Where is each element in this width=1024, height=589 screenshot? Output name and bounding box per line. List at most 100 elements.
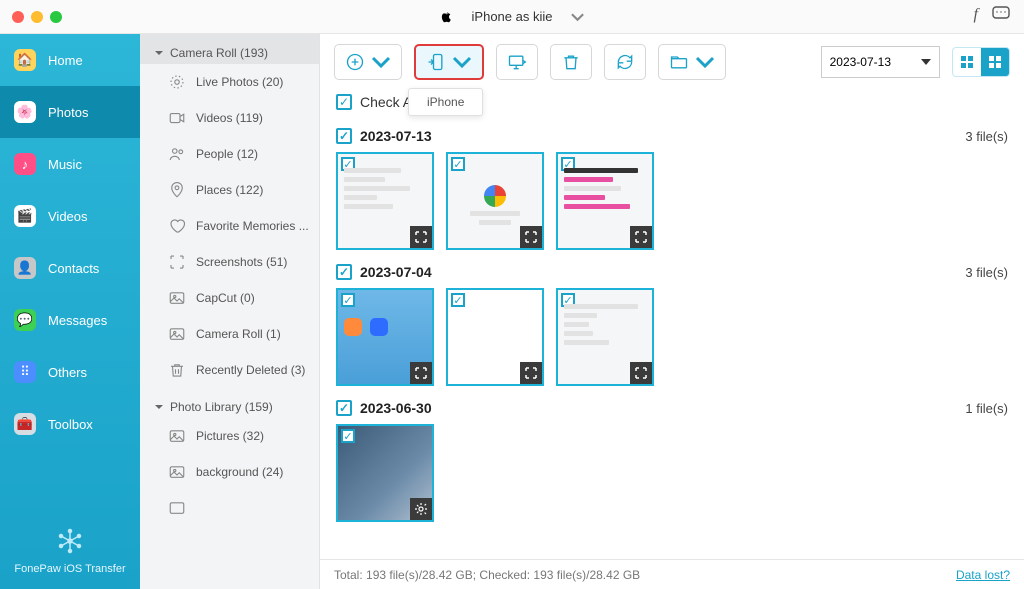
- caret-down-icon: [921, 59, 931, 65]
- category-item-places[interactable]: Places (122): [140, 172, 319, 208]
- settings-icon[interactable]: [410, 498, 432, 520]
- share-icon[interactable]: f: [974, 6, 978, 27]
- expand-icon[interactable]: [520, 226, 542, 248]
- category-item-people[interactable]: People (12): [140, 136, 319, 172]
- image-icon: [168, 325, 186, 343]
- contacts-icon: 👤: [14, 257, 36, 279]
- view-list-button[interactable]: [953, 48, 981, 76]
- image-icon: [168, 427, 186, 445]
- category-item-camera-roll[interactable]: Camera Roll (1): [140, 316, 319, 352]
- device-selector[interactable]: iPhone as kiie: [440, 9, 585, 25]
- category-item-label: Pictures (32): [196, 429, 264, 443]
- photo-thumbnail[interactable]: ✓: [446, 152, 544, 250]
- expand-icon[interactable]: [410, 362, 432, 384]
- export-to-device-button[interactable]: iPhone: [414, 44, 484, 80]
- category-item-label: Live Photos (20): [196, 75, 283, 89]
- group-checkbox[interactable]: ✓: [336, 400, 352, 416]
- sidebar-item-label: Others: [48, 365, 87, 380]
- category-item-label: background (24): [196, 465, 283, 479]
- add-button[interactable]: [334, 44, 402, 80]
- sidebar-item-videos[interactable]: 🎬 Videos: [0, 190, 140, 242]
- category-item-capcut[interactable]: CapCut (0): [140, 280, 319, 316]
- expand-icon[interactable]: [630, 226, 652, 248]
- messages-icon: 💬: [14, 309, 36, 331]
- toolbox-icon: 🧰: [14, 413, 36, 435]
- sidebar-item-label: Home: [48, 53, 83, 68]
- sidebar-item-messages[interactable]: 💬 Messages: [0, 294, 140, 346]
- group-checkbox[interactable]: ✓: [336, 264, 352, 280]
- sidebar-item-others[interactable]: ⠿ Others: [0, 346, 140, 398]
- category-item-label: Camera Roll (1): [196, 327, 281, 341]
- to-pc-icon: [507, 52, 527, 72]
- category-group-camera-roll[interactable]: Camera Roll (193): [140, 34, 319, 64]
- brand-footer: FonePaw iOS Transfer: [0, 513, 140, 589]
- category-item-pictures[interactable]: Pictures (32): [140, 418, 319, 454]
- sidebar-item-label: Videos: [48, 209, 88, 224]
- brand-logo-icon: [56, 527, 84, 555]
- tooltip: iPhone: [408, 88, 483, 116]
- category-group-photo-library[interactable]: Photo Library (159): [140, 388, 319, 418]
- image-icon: [168, 289, 186, 307]
- category-group-label: Photo Library (159): [170, 400, 273, 414]
- photos-icon: 🌸: [14, 101, 36, 123]
- category-panel: Camera Roll (193) Live Photos (20) Video…: [140, 34, 320, 589]
- expand-icon[interactable]: [630, 362, 652, 384]
- category-item-label: Screenshots (51): [196, 255, 287, 269]
- album-button[interactable]: [658, 44, 726, 80]
- group-date: 2023-07-04: [360, 264, 432, 280]
- date-value: 2023-07-13: [830, 55, 891, 69]
- thumb-checkbox[interactable]: ✓: [451, 293, 465, 307]
- delete-button[interactable]: [550, 44, 592, 80]
- date-picker[interactable]: 2023-07-13: [821, 46, 940, 78]
- sidebar-item-home[interactable]: 🏠 Home: [0, 34, 140, 86]
- group-count: 3 file(s): [965, 129, 1008, 144]
- view-grid-button[interactable]: [981, 48, 1009, 76]
- image-icon: [168, 463, 186, 481]
- music-icon: ♪: [14, 153, 36, 175]
- category-item-background[interactable]: background (24): [140, 454, 319, 490]
- date-group-header[interactable]: ✓ 2023-06-30 1 file(s): [336, 400, 1008, 416]
- close-window-button[interactable]: [12, 11, 24, 23]
- chevron-down-icon: [371, 52, 391, 72]
- category-item-favorite-memories[interactable]: Favorite Memories ...: [140, 208, 319, 244]
- check-all-checkbox[interactable]: ✓: [336, 94, 352, 110]
- photo-thumbnail[interactable]: ✓: [446, 288, 544, 386]
- date-group-header[interactable]: ✓ 2023-07-04 3 file(s): [336, 264, 1008, 280]
- date-group-header[interactable]: ✓ 2023-07-13 3 file(s): [336, 128, 1008, 144]
- photo-thumbnail[interactable]: ✓: [336, 152, 434, 250]
- chevron-down-icon: [452, 52, 472, 72]
- titlebar: iPhone as kiie f: [0, 0, 1024, 34]
- trash-icon: [561, 52, 581, 72]
- grid-small-icon: [960, 55, 974, 69]
- refresh-button[interactable]: [604, 44, 646, 80]
- photo-thumbnail[interactable]: ✓: [336, 424, 434, 522]
- sidebar-item-photos[interactable]: 🌸 Photos: [0, 86, 140, 138]
- plus-circle-icon: [345, 52, 365, 72]
- category-item-more[interactable]: [140, 490, 319, 526]
- photo-thumbnail[interactable]: ✓: [336, 288, 434, 386]
- thumb-checkbox[interactable]: ✓: [341, 429, 355, 443]
- category-item-label: Videos (119): [196, 111, 263, 125]
- photo-thumbnail[interactable]: ✓: [556, 152, 654, 250]
- category-item-live-photos[interactable]: Live Photos (20): [140, 64, 319, 100]
- category-item-label: People (12): [196, 147, 258, 161]
- sidebar-item-toolbox[interactable]: 🧰 Toolbox: [0, 398, 140, 450]
- group-checkbox[interactable]: ✓: [336, 128, 352, 144]
- category-item-recently-deleted[interactable]: Recently Deleted (3): [140, 352, 319, 388]
- data-lost-link[interactable]: Data lost?: [956, 568, 1010, 582]
- feedback-icon[interactable]: [992, 6, 1010, 27]
- photo-thumbnail[interactable]: ✓: [556, 288, 654, 386]
- export-to-pc-button[interactable]: [496, 44, 538, 80]
- expand-icon[interactable]: [410, 226, 432, 248]
- minimize-window-button[interactable]: [31, 11, 43, 23]
- sidebar-item-music[interactable]: ♪ Music: [0, 138, 140, 190]
- window-controls: [12, 11, 62, 23]
- screenshot-icon: [168, 253, 186, 271]
- sidebar-item-contacts[interactable]: 👤 Contacts: [0, 242, 140, 294]
- videos-icon: 🎬: [14, 205, 36, 227]
- category-item-videos[interactable]: Videos (119): [140, 100, 319, 136]
- category-item-screenshots[interactable]: Screenshots (51): [140, 244, 319, 280]
- status-bar: Total: 193 file(s)/28.42 GB; Checked: 19…: [320, 559, 1024, 589]
- maximize-window-button[interactable]: [50, 11, 62, 23]
- expand-icon[interactable]: [520, 362, 542, 384]
